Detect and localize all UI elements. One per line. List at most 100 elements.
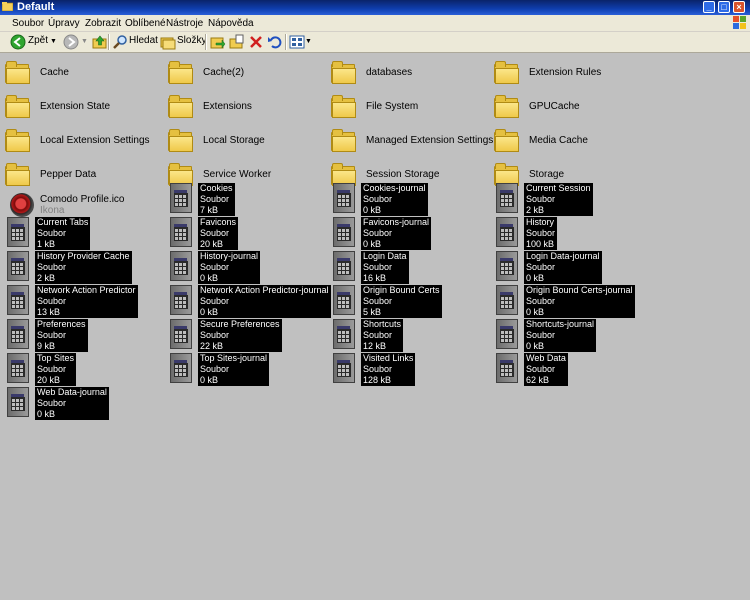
views-dropdown-icon: ▼ <box>305 38 312 45</box>
file-icon <box>333 217 355 247</box>
file-type: Soubor <box>363 364 393 374</box>
file-type: Soubor <box>526 330 556 340</box>
file-type: Soubor <box>200 194 230 204</box>
file-info: Login Data Soubor 16 kB <box>361 251 409 284</box>
file-type: Soubor <box>37 398 67 408</box>
file-icon <box>496 183 518 213</box>
folder-name: Extension State <box>40 101 111 112</box>
folder-icon <box>5 95 30 118</box>
file-size: 22 kB <box>200 341 224 351</box>
file-type: Soubor <box>526 228 556 238</box>
file-info: Shortcuts-journal Soubor 0 kB <box>524 319 597 352</box>
folders-button[interactable]: Složky <box>159 33 207 51</box>
file-info: Cookies-journal Soubor 0 kB <box>361 183 428 216</box>
file-type: Soubor <box>37 228 67 238</box>
file-icon <box>7 353 29 383</box>
back-dropdown-icon[interactable]: ▼ <box>50 38 57 45</box>
file-icon <box>496 217 518 247</box>
file-name: Origin Bound Certs <box>363 285 440 295</box>
file-icon <box>496 353 518 383</box>
forward-button[interactable] <box>62 33 82 51</box>
folder-icon <box>5 61 30 84</box>
file-size: 0 kB <box>200 307 219 317</box>
file-size: 9 kB <box>37 341 56 351</box>
file-icon <box>7 285 29 315</box>
file-list: Cache Cache(2) databases Extension Rules Ext… <box>0 53 750 600</box>
file-icon <box>170 319 192 349</box>
minimize-button[interactable]: _ <box>703 1 715 13</box>
search-button[interactable]: Hledat <box>111 33 158 51</box>
file-icon <box>170 285 192 315</box>
copy-to-button[interactable] <box>228 33 246 51</box>
up-folder-icon <box>92 35 107 49</box>
file-type: Soubor <box>526 262 556 272</box>
file-name: Shortcuts-journal <box>526 319 595 329</box>
file-size: 0 kB <box>200 375 219 385</box>
file-name: Favicons <box>200 217 237 227</box>
menu-tools[interactable]: Nástroje <box>165 17 204 30</box>
file-info: History Provider Cache Soubor 2 kB <box>35 251 132 284</box>
file-name: Shortcuts <box>363 319 402 329</box>
file-size: 2 kB <box>526 205 545 215</box>
folder-name: Session Storage <box>366 169 440 180</box>
views-button[interactable]: ▼ <box>288 33 312 51</box>
file-name: Secure Preferences <box>200 319 280 329</box>
delete-icon <box>250 36 262 48</box>
folder-icon <box>331 61 356 84</box>
file-icon <box>496 285 518 315</box>
folder-name: File System <box>366 101 419 112</box>
file-type: Soubor <box>363 330 393 340</box>
toolbar: Zpět ▼ ▼ Hledat Složky ▼ <box>0 32 750 53</box>
menu-view[interactable]: Zobrazit <box>84 17 122 30</box>
folders-label: Složky <box>177 35 207 46</box>
file-name: Login Data-journal <box>526 251 600 261</box>
folder-icon <box>331 95 356 118</box>
folder-icon <box>168 61 193 84</box>
file-name: Network Action Predictor <box>37 285 136 295</box>
file-type: Soubor <box>200 262 230 272</box>
folder-name: Cache(2) <box>203 67 245 78</box>
file-info: Favicons Soubor 20 kB <box>198 217 239 250</box>
menu-edit[interactable]: Úpravy <box>47 17 81 30</box>
file-info: Current Tabs Soubor 1 kB <box>35 217 91 250</box>
folder-name: Service Worker <box>203 169 272 180</box>
folder-name: GPUCache <box>529 101 580 112</box>
undo-button[interactable] <box>266 33 284 51</box>
folder-name: Extensions <box>203 101 252 112</box>
delete-button[interactable] <box>247 33 265 51</box>
file-info: History Soubor 100 kB <box>524 217 558 250</box>
forward-dropdown-icon[interactable]: ▼ <box>81 38 88 45</box>
file-icon <box>170 251 192 281</box>
folder-name: Extension Rules <box>529 67 602 78</box>
folder-icon <box>2 2 13 11</box>
file-size: 5 kB <box>363 307 382 317</box>
file-info: Web Data Soubor 62 kB <box>524 353 568 386</box>
file-info: Visited Links Soubor 128 kB <box>361 353 416 386</box>
window-title: Default <box>17 1 55 13</box>
file-name: Visited Links <box>363 353 414 363</box>
move-to-button[interactable] <box>209 33 227 51</box>
menu-help[interactable]: Nápověda <box>207 17 255 30</box>
folder-icon <box>494 163 519 186</box>
maximize-button[interactable]: □ <box>718 1 730 13</box>
file-name: Current Session <box>526 183 591 193</box>
file-size: 2 kB <box>37 273 56 283</box>
file-info: Top Sites Soubor 20 kB <box>35 353 77 386</box>
file-name: Network Action Predictor-journal <box>200 285 329 295</box>
back-button[interactable]: Zpět <box>9 33 49 51</box>
folder-name: databases <box>366 67 413 78</box>
up-folder-button[interactable] <box>91 33 109 51</box>
menu-file[interactable]: Soubor <box>11 17 45 30</box>
file-info: Favicons-journal Soubor 0 kB <box>361 217 432 250</box>
file-info: Web Data-journal Soubor 0 kB <box>35 387 109 420</box>
folder-icon <box>494 129 519 152</box>
folder-name: Cache <box>40 67 69 78</box>
file-icon <box>333 285 355 315</box>
menu-favorites[interactable]: Oblíbené <box>124 17 167 30</box>
file-type: Soubor <box>200 330 230 340</box>
file-size: 0 kB <box>200 273 219 283</box>
file-icon <box>170 353 192 383</box>
file-name: History <box>526 217 555 227</box>
title-bar: Default _ □ × <box>0 0 750 15</box>
close-button[interactable]: × <box>733 1 745 13</box>
